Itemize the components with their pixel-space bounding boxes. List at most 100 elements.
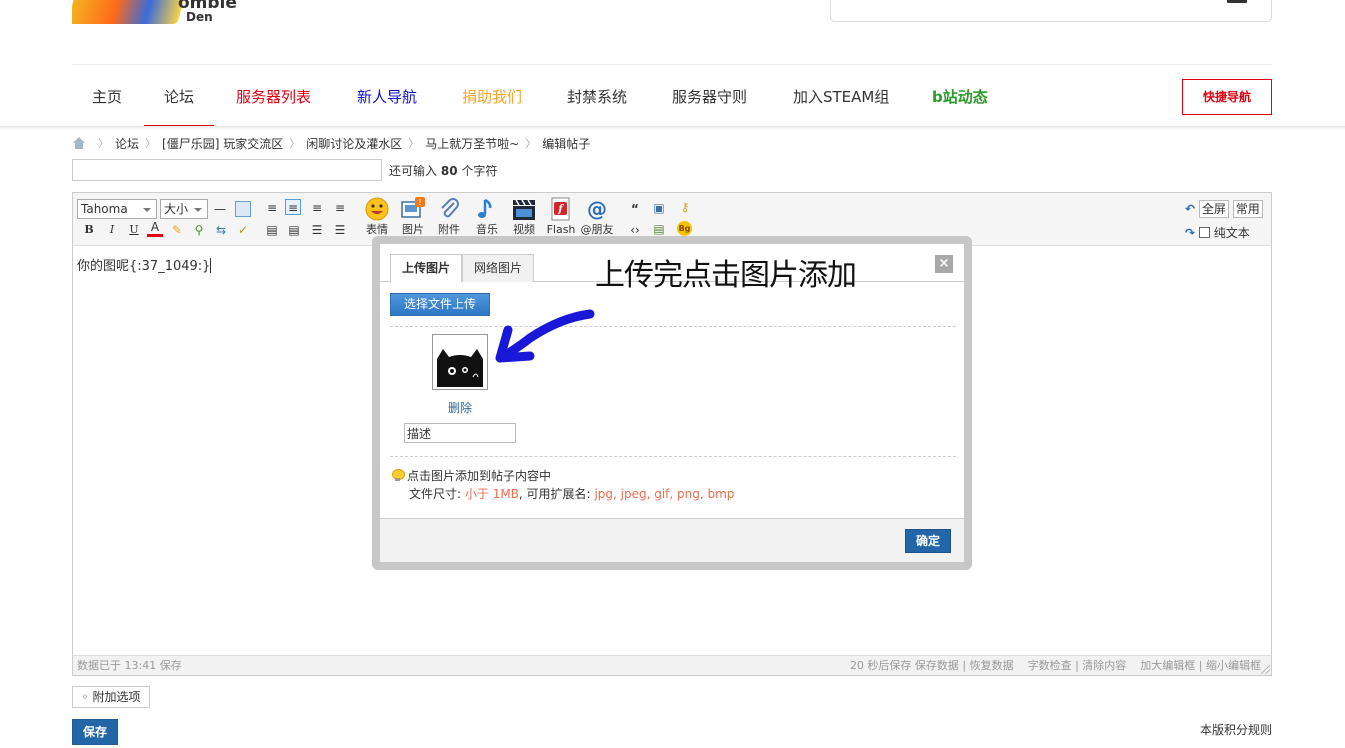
- horizontal-rule-icon[interactable]: —: [212, 201, 228, 217]
- image-icon: !: [401, 197, 425, 218]
- dialog-divider: [390, 456, 956, 457]
- main-nav: 主页 论坛 服务器列表 新人导航 捐助我们 封禁系统 服务器守则 加入STEAM…: [72, 64, 1272, 127]
- font-size-select[interactable]: 大小: [160, 199, 208, 219]
- float-left-icon[interactable]: ▤: [264, 222, 280, 238]
- redo-icon[interactable]: ↷: [1185, 226, 1195, 240]
- link-icon[interactable]: ✎: [169, 222, 185, 238]
- undo-icon[interactable]: ↶: [1185, 202, 1195, 216]
- toolbar-at[interactable]: @ @朋友: [580, 197, 614, 237]
- confirm-button[interactable]: 确定: [905, 529, 951, 553]
- quote-icon[interactable]: “: [627, 201, 643, 217]
- nav-divider: [0, 126, 1345, 130]
- align-left-icon[interactable]: ≡: [264, 200, 280, 216]
- bold-icon[interactable]: B: [81, 222, 97, 238]
- breadcrumb-separator: 〉: [145, 137, 157, 150]
- nav-item-bilibili[interactable]: b站动态: [932, 87, 988, 107]
- nav-item-ban-system[interactable]: 封禁系统: [567, 87, 627, 107]
- fullscreen-button[interactable]: 全屏: [1198, 200, 1229, 218]
- nav-item-newbie-guide[interactable]: 新人导航: [357, 87, 417, 107]
- nav-item-donate[interactable]: 捐助我们: [462, 87, 522, 107]
- editor-statusbar: 数据已于 13:41 保存 20 秒后保存 保存数据 | 恢复数据 字数检查 |…: [73, 655, 1271, 675]
- breadcrumb-board[interactable]: 闲聊讨论及灌水区: [306, 135, 402, 152]
- uploaded-image-thumbnail[interactable]: [432, 334, 488, 390]
- header-panel-image: [1227, 0, 1247, 3]
- unlink-icon[interactable]: ⚲: [191, 222, 207, 238]
- toolbar-video[interactable]: 视频: [507, 197, 541, 237]
- nav-item-home[interactable]: 主页: [92, 87, 122, 107]
- editor-actions[interactable]: 20 秒后保存 保存数据 | 恢复数据 字数检查 | 清除内容 加大编辑框 | …: [850, 656, 1261, 675]
- title-remain-prefix: 还可输入: [389, 164, 438, 178]
- post-title-input[interactable]: [72, 159, 382, 181]
- dialog-divider: [390, 326, 956, 327]
- underline-icon[interactable]: U: [126, 222, 142, 238]
- toolbar-image[interactable]: ! 图片: [396, 197, 430, 237]
- toolbar-music-label: 音乐: [476, 223, 498, 236]
- nav-item-forum[interactable]: 论坛: [143, 87, 215, 127]
- paperclip-icon: [441, 198, 459, 218]
- toolbar-smiley[interactable]: 表情: [360, 197, 394, 237]
- toolbar-attach[interactable]: 附件: [432, 197, 466, 237]
- flash-icon: f: [551, 197, 570, 221]
- align-center-icon[interactable]: ≡: [309, 200, 325, 216]
- breadcrumb-current: 编辑帖子: [542, 136, 591, 151]
- extra-options-button[interactable]: ◦ 附加选项: [72, 686, 150, 708]
- home-icon[interactable]: [72, 137, 86, 149]
- annotation-arrow-icon: [495, 309, 595, 363]
- breadcrumb-forum[interactable]: 论坛: [115, 135, 139, 152]
- toolbar-right-bottom: ↷ 纯文本: [1185, 224, 1250, 241]
- music-icon: [478, 198, 492, 218]
- italic-icon[interactable]: I: [104, 222, 120, 238]
- common-button[interactable]: 常用: [1232, 200, 1263, 218]
- message-box-icon[interactable]: ▣: [651, 200, 667, 216]
- tab-upload-image[interactable]: 上传图片: [390, 254, 463, 283]
- text-caret: [210, 258, 212, 273]
- resize-grip-icon[interactable]: [1261, 665, 1270, 674]
- close-icon[interactable]: ×: [935, 255, 953, 273]
- paint-brush-icon[interactable]: ✓: [235, 222, 251, 238]
- at-icon: @: [587, 197, 607, 221]
- background-icon[interactable]: Bg: [677, 221, 692, 236]
- ordered-list-icon[interactable]: ☰: [309, 222, 325, 238]
- title-remain-count: 80: [440, 164, 458, 178]
- smiley-icon: [365, 197, 389, 221]
- nav-item-steam-group[interactable]: 加入STEAM组: [793, 87, 889, 107]
- quick-nav-button[interactable]: 快捷导航: [1182, 79, 1272, 115]
- image-description-input[interactable]: [404, 423, 516, 443]
- font-color-icon[interactable]: A: [147, 221, 163, 237]
- tab-web-image[interactable]: 网络图片: [462, 254, 535, 282]
- dialog-footer: 确定: [380, 518, 964, 562]
- delete-image-link[interactable]: 删除: [448, 399, 472, 416]
- toolbar-video-label: 视频: [513, 223, 535, 236]
- font-family-select[interactable]: Tahoma: [77, 199, 157, 219]
- forum-points-rules-link[interactable]: 本版积分规则: [1200, 721, 1272, 738]
- plain-text-checkbox[interactable]: [1198, 227, 1210, 238]
- toolbar-right-top: ↶ 全屏 常用: [1185, 200, 1263, 218]
- toolbar-attach-label: 附件: [438, 223, 460, 236]
- title-char-counter: 还可输入 80 个字符: [389, 162, 497, 179]
- toolbar-flash-label: Flash: [546, 223, 576, 236]
- breadcrumb-zone[interactable]: [僵尸乐园] 玩家交流区: [162, 135, 283, 152]
- choose-file-upload-button[interactable]: 选择文件上传: [390, 293, 490, 316]
- breadcrumb-separator: 〉: [408, 137, 420, 150]
- editor-text: 你的图呢{:37_1049:}: [77, 259, 211, 274]
- toolbar-music[interactable]: 音乐: [470, 197, 504, 237]
- breadcrumb-thread[interactable]: 马上就万圣节啦~: [425, 135, 519, 152]
- image-insert-icon[interactable]: ▤: [651, 221, 667, 237]
- toolbar-at-label: @朋友: [580, 223, 614, 236]
- tip-line1: 点击图片添加到帖子内容中: [407, 469, 552, 483]
- nav-item-server-rules[interactable]: 服务器守则: [672, 87, 747, 107]
- save-button[interactable]: 保存: [72, 719, 118, 745]
- toolbar-flash[interactable]: f Flash: [544, 197, 578, 237]
- bgcolor-icon[interactable]: [235, 201, 251, 217]
- dialog-tip-click: 点击图片添加到帖子内容中: [392, 467, 551, 484]
- align-right-icon[interactable]: ≡: [332, 200, 348, 216]
- align-justify-icon[interactable]: ≡: [285, 199, 301, 215]
- unordered-list-icon[interactable]: ☰: [332, 222, 348, 238]
- float-right-icon[interactable]: ▤: [286, 222, 302, 238]
- nav-item-server-list[interactable]: 服务器列表: [236, 87, 311, 107]
- editor-content[interactable]: 你的图呢{:37_1049:}: [77, 255, 212, 274]
- remove-format-icon[interactable]: ⇆: [213, 222, 229, 238]
- key-icon[interactable]: ⚷: [677, 199, 693, 215]
- site-logo[interactable]: ombie Den: [72, 0, 242, 30]
- svg-text:!: !: [418, 198, 421, 207]
